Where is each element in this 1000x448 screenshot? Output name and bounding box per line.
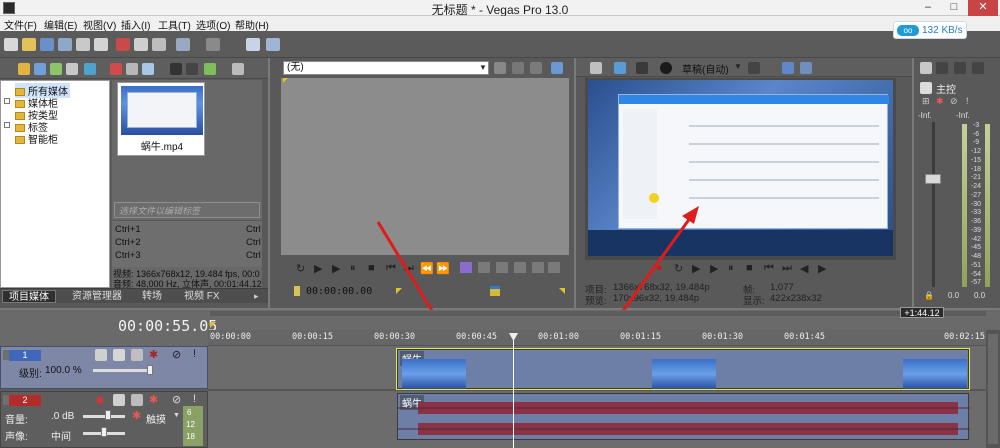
mixer-peak-right: -Inf. [956, 111, 970, 120]
meter-label: 18 [186, 432, 195, 441]
audio-track-header[interactable]: 2 ◉ ✱ ⊘ ! 音量: .0 dB ✱ 触摸 ▼ 声像: 中间 6 12 1… [0, 391, 208, 448]
scroll-thumb[interactable] [988, 334, 998, 444]
audio-solo-icon[interactable]: ! [193, 393, 196, 405]
track-solo-icon[interactable]: ! [193, 348, 196, 360]
track-headers: 1 ✱ ⊘ ! 级别: 100.0 % 2 ◉ ✱ ⊘ ! 音量: .0 dB … [0, 346, 208, 448]
loop-region-bar[interactable] [210, 311, 986, 316]
mixer-insert-icon[interactable] [936, 62, 948, 74]
audio-route-icon[interactable] [131, 394, 143, 406]
master-mixer: 主控 ⊞ ✱ ⊘ ! -Inf. -Inf. -3 -6 -9 -12 -15 -18 -2… [914, 58, 1000, 308]
automation-icon[interactable]: ✱ [132, 409, 141, 422]
meter-scale-label: -9 [972, 139, 980, 147]
meter-label: 12 [186, 420, 195, 429]
pan-label: 声像: [5, 432, 28, 443]
meter-scale-label: -48 [970, 253, 982, 261]
audio-waveform [398, 402, 970, 435]
meter-scale-label: -36 [970, 218, 982, 226]
meter-scale-label: -30 [970, 200, 982, 208]
timeline-time: 00:00:55.05 [118, 317, 218, 335]
volume-slider-track [83, 415, 125, 418]
level-slider[interactable] [147, 365, 153, 375]
cursor-position: +1:44.12 [900, 307, 944, 318]
meter-scale-label: -6 [972, 130, 980, 138]
mixer-downmix-icon[interactable] [972, 62, 984, 74]
meter-scale-label: -18 [970, 165, 982, 173]
meter-scale-label: -42 [970, 235, 982, 243]
audio-mute-icon[interactable]: ⊘ [172, 393, 181, 406]
track-fx-icon[interactable] [131, 349, 143, 361]
track-settings-icon[interactable]: ✱ [149, 348, 158, 361]
mixer-dim-icon[interactable]: ! [966, 96, 976, 106]
mixer-fx-red-icon[interactable]: ✱ [936, 96, 946, 106]
ruler-tick: 00:01:30 [702, 332, 743, 342]
track-composite-icon[interactable] [113, 349, 125, 361]
meter-scale-label: -33 [970, 209, 982, 217]
meter-scale-label: -51 [970, 261, 982, 269]
ruler-tick: 00:00:00 [210, 332, 251, 342]
ruler-tick: 00:00:30 [374, 332, 415, 342]
ruler-tick: 00:01:15 [620, 332, 661, 342]
fader-track [932, 122, 935, 287]
ruler-tick: 00:01:00 [538, 332, 579, 342]
audio-fx-icon[interactable] [113, 394, 125, 406]
video-frame-thumbnail [652, 359, 716, 389]
arrow-head-right [682, 206, 699, 224]
mixer-peak-left: -Inf. [918, 111, 932, 120]
video-track-number: 1 [9, 350, 41, 361]
mode-chevron-icon[interactable]: ▼ [173, 412, 180, 419]
mixer-title: 主控 [936, 85, 956, 96]
meter-scale-label: -27 [970, 191, 982, 199]
mixer-value-left: 0.0 [948, 291, 960, 300]
meter-scale-label: -21 [970, 174, 982, 182]
mixer-mute-icon[interactable]: ⊘ [950, 96, 960, 106]
audio-event[interactable]: 蜗牛 [397, 393, 970, 440]
ruler-tick: 00:02:15 [944, 332, 985, 342]
meter-scale-label: -12 [970, 148, 982, 156]
meter-scale-label: -3 [972, 122, 980, 129]
level-label: 级别: [19, 369, 42, 380]
audio-settings-icon[interactable]: ✱ [149, 393, 158, 406]
timeline-ruler[interactable]: 00:00:00 00:00:15 00:00:30 00:00:45 00:0… [208, 330, 986, 346]
meter-scale: -3 -6 -9 -12 -15 -18 -21 -24 -27 -30 -33 -36 -39 -42-… [969, 122, 983, 288]
mixer-value-right: 0.0 [974, 291, 986, 300]
video-frame-thumbnail [402, 359, 466, 389]
arm-record-icon[interactable]: ◉ [95, 393, 105, 406]
video-track-header[interactable]: 1 ✱ ⊘ ! 级别: 100.0 % [0, 346, 208, 389]
level-meter-right [985, 124, 990, 287]
volume-slider[interactable] [105, 410, 111, 420]
meter-scale-label: -39 [970, 226, 982, 234]
meter-label: 6 [187, 408, 192, 417]
audio-meter: 6 12 18 [183, 406, 203, 446]
meter-scale-label: -15 [970, 156, 982, 164]
master-bus-icon [920, 82, 932, 94]
volume-label: 音量: [5, 415, 28, 426]
ruler-tick: 00:00:45 [456, 332, 497, 342]
track-mute-icon[interactable]: ⊘ [172, 348, 181, 361]
volume-value: .0 dB [51, 411, 75, 422]
meter-scale-label: -57 [970, 279, 982, 287]
ruler-tick: 00:01:45 [784, 332, 825, 342]
ruler-tick: 00:00:15 [292, 332, 333, 342]
automation-mode[interactable]: 触摸 [146, 411, 166, 426]
video-event[interactable]: 蜗牛 [397, 349, 969, 389]
mixer-properties-icon[interactable] [920, 62, 932, 74]
pan-slider[interactable] [101, 427, 107, 437]
mixer-pin-icon[interactable]: ⊞ [922, 96, 932, 106]
level-meter-left [962, 124, 967, 287]
timeline-vertical-scrollbar[interactable] [986, 330, 1000, 448]
level-slider-track [93, 369, 153, 372]
meter-scale-label: -54 [970, 270, 982, 278]
meter-scale-label: -24 [970, 183, 982, 191]
meter-scale-label: -45 [970, 244, 982, 252]
timeline-start-marker-icon [210, 322, 216, 328]
fader-lock-icon[interactable]: 🔒 [924, 291, 934, 300]
audio-track-number: 2 [9, 395, 41, 406]
mixer-fx-icon[interactable] [954, 62, 966, 74]
playhead[interactable] [513, 335, 514, 448]
pan-value: 中间 [51, 432, 71, 443]
track-motion-icon[interactable] [95, 349, 107, 361]
level-value: 100.0 % [45, 365, 82, 376]
master-fader[interactable] [925, 174, 941, 184]
video-frame-thumbnail [903, 359, 967, 389]
